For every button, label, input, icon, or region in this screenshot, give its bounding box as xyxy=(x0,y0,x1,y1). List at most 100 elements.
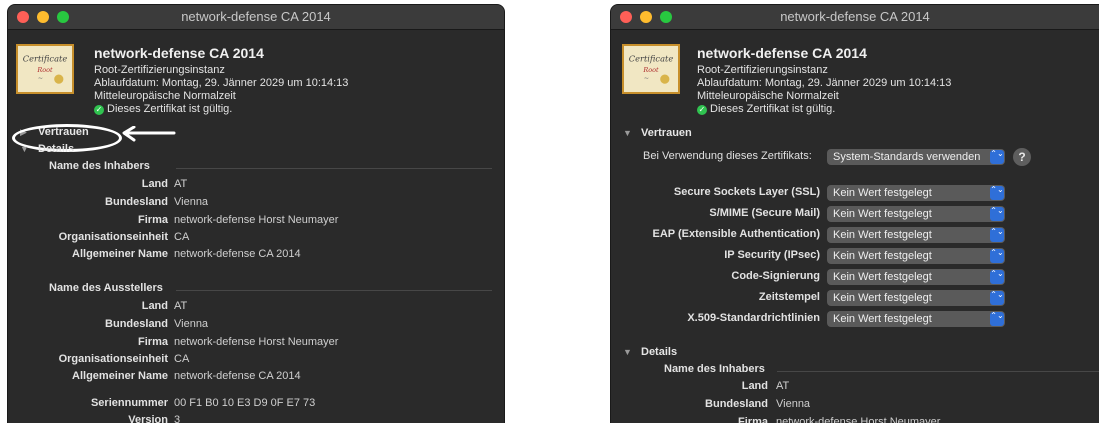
field-value: network-defense CA 2014 xyxy=(174,370,301,382)
field-label: Land xyxy=(141,300,168,312)
cert-icon-word: Certificate xyxy=(23,54,68,64)
disclosure-triangle-down-icon[interactable]: ▼ xyxy=(623,347,632,357)
field-value: network-defense CA 2014 xyxy=(174,248,301,260)
subject-row-country: Land AT xyxy=(8,176,188,193)
field-label: Bundesland xyxy=(705,398,768,410)
policy-popup-value: Kein Wert festgelegt xyxy=(833,187,932,199)
title-bar[interactable]: network-defense CA 2014 xyxy=(8,5,504,30)
policy-popup-ssl[interactable]: Kein Wert festgelegt ⌃⌄ xyxy=(827,185,1005,201)
policy-popup-value: Kein Wert festgelegt xyxy=(833,229,932,241)
policy-popup-value: Kein Wert festgelegt xyxy=(833,292,932,304)
zoom-button[interactable] xyxy=(660,11,672,23)
policy-label: S/MIME (Secure Mail) xyxy=(709,207,820,219)
certificate-name: network-defense CA 2014 xyxy=(697,45,867,61)
expiry-date: Ablaufdatum: Montag, 29. Jänner 2029 um … xyxy=(94,77,349,89)
details-disclosure[interactable]: ▼ Details xyxy=(623,346,677,358)
field-value: Vienna xyxy=(174,318,209,330)
policy-popup-ipsec[interactable]: Kein Wert festgelegt ⌃⌄ xyxy=(827,248,1005,264)
trust-label: Vertrauen xyxy=(641,127,692,139)
policy-row-timestamp: Zeitstempel xyxy=(611,289,820,306)
subject-row-state: Bundesland Vienna xyxy=(8,194,208,211)
field-label: Land xyxy=(741,380,768,392)
popup-stepper-icon: ⌃⌄ xyxy=(990,228,1004,242)
subject-heading: Name des Inhabers xyxy=(49,160,150,172)
issuer-row-common-name: Allgemeiner Name network-defense CA 2014 xyxy=(8,368,301,385)
details-label: Details xyxy=(38,143,75,155)
field-label: Land xyxy=(141,178,168,190)
trust-disclosure[interactable]: ▼ Vertrauen xyxy=(623,127,692,139)
field-label: Allgemeiner Name xyxy=(72,248,168,260)
policy-popup-value: Kein Wert festgelegt xyxy=(833,313,932,325)
field-value: network-defense Horst Neumayer xyxy=(174,336,339,348)
help-button[interactable]: ? xyxy=(1013,148,1031,166)
policy-label: IP Security (IPsec) xyxy=(724,249,820,261)
certificate-summary: network-defense CA 2014 Root-Zertifizier… xyxy=(94,45,348,116)
usage-popup[interactable]: System-Standards verwenden ⌃⌄ xyxy=(827,149,1005,165)
validity-status: ✓ Dieses Zertifikat ist gültig. xyxy=(697,103,951,116)
policy-popup-timestamp[interactable]: Kein Wert festgelegt ⌃⌄ xyxy=(827,290,1005,306)
subject-row-country: Land AT xyxy=(611,378,790,395)
field-value: 00 F1 B0 10 E3 D9 0F E7 73 xyxy=(174,397,316,409)
popup-stepper-icon: ⌃⌄ xyxy=(990,249,1004,263)
window-content: Certificate Root ~ network-defense CA 20… xyxy=(8,30,504,423)
subject-row-company: Firma network-defense Horst Neumayer xyxy=(611,414,940,423)
close-button[interactable] xyxy=(17,11,29,23)
policy-row-x509: X.509-Standardrichtlinien xyxy=(611,310,820,327)
divider xyxy=(176,290,492,291)
field-label: Firma xyxy=(738,416,768,423)
field-value: 3 xyxy=(174,414,181,423)
policy-popup-smime[interactable]: Kein Wert festgelegt ⌃⌄ xyxy=(827,206,1005,222)
window-title: network-defense CA 2014 xyxy=(181,9,331,24)
subject-row-org-unit: Organisationseinheit CA xyxy=(8,229,190,246)
popup-stepper-icon: ⌃⌄ xyxy=(990,150,1004,164)
zoom-button[interactable] xyxy=(57,11,69,23)
issuer-row-company: Firma network-defense Horst Neumayer xyxy=(8,334,338,351)
policy-popup-eap[interactable]: Kein Wert festgelegt ⌃⌄ xyxy=(827,227,1005,243)
policy-row-smime: S/MIME (Secure Mail) xyxy=(611,205,820,222)
subject-heading: Name des Inhabers xyxy=(664,363,765,375)
field-label: Organisationseinheit xyxy=(58,353,168,365)
issuer-row-state: Bundesland Vienna xyxy=(8,316,208,333)
popup-stepper-icon: ⌃⌄ xyxy=(990,207,1004,221)
field-value: AT xyxy=(776,380,790,392)
validity-status: ✓ Dieses Zertifikat ist gültig. xyxy=(94,103,348,116)
subject-row-common-name: Allgemeiner Name network-defense CA 2014 xyxy=(8,246,301,263)
policy-row-code-signing: Code-Signierung xyxy=(611,268,820,285)
subject-row-company: Firma network-defense Horst Neumayer xyxy=(8,212,338,229)
field-value: CA xyxy=(174,353,190,365)
issuer-row-org-unit: Organisationseinheit CA xyxy=(8,351,190,368)
timezone: Mitteleuropäische Normalzeit xyxy=(697,90,839,102)
field-value: Vienna xyxy=(776,398,811,410)
certificate-type: Root-Zertifizierungsinstanz xyxy=(94,64,225,76)
popup-stepper-icon: ⌃⌄ xyxy=(990,312,1004,326)
checkmark-icon: ✓ xyxy=(94,104,104,115)
window-controls xyxy=(620,11,672,23)
subject-row-state: Bundesland Vienna xyxy=(611,396,810,413)
field-label: Seriennummer xyxy=(90,397,168,409)
disclosure-triangle-down-icon[interactable]: ▼ xyxy=(20,144,29,154)
field-label: Version xyxy=(128,414,168,423)
policy-popup-code-signing[interactable]: Kein Wert festgelegt ⌃⌄ xyxy=(827,269,1005,285)
details-disclosure[interactable]: ▼ Details xyxy=(20,143,74,155)
annotation-arrow-icon xyxy=(122,126,176,142)
popup-stepper-icon: ⌃⌄ xyxy=(990,186,1004,200)
close-button[interactable] xyxy=(620,11,632,23)
divider xyxy=(176,168,492,169)
policy-label: Code-Signierung xyxy=(731,270,820,282)
title-bar[interactable]: network-defense CA 2014 xyxy=(611,5,1099,30)
usage-label: Bei Verwendung dieses Zertifikats: xyxy=(643,150,812,162)
certificate-summary: network-defense CA 2014 Root-Zertifizier… xyxy=(697,45,951,116)
cert-icon-root: Root xyxy=(642,66,659,74)
checkmark-icon: ✓ xyxy=(697,104,707,115)
cert-icon-root: Root xyxy=(36,66,53,74)
version-row: Version 3 xyxy=(8,412,180,423)
disclosure-triangle-down-icon[interactable]: ▼ xyxy=(623,128,632,138)
field-label: Firma xyxy=(138,214,168,226)
expiry-date: Ablaufdatum: Montag, 29. Jänner 2029 um … xyxy=(697,77,952,89)
field-value: network-defense Horst Neumayer xyxy=(776,416,941,423)
popup-stepper-icon: ⌃⌄ xyxy=(990,270,1004,284)
field-label: Organisationseinheit xyxy=(58,231,168,243)
policy-popup-x509[interactable]: Kein Wert festgelegt ⌃⌄ xyxy=(827,311,1005,327)
minimize-button[interactable] xyxy=(640,11,652,23)
minimize-button[interactable] xyxy=(37,11,49,23)
